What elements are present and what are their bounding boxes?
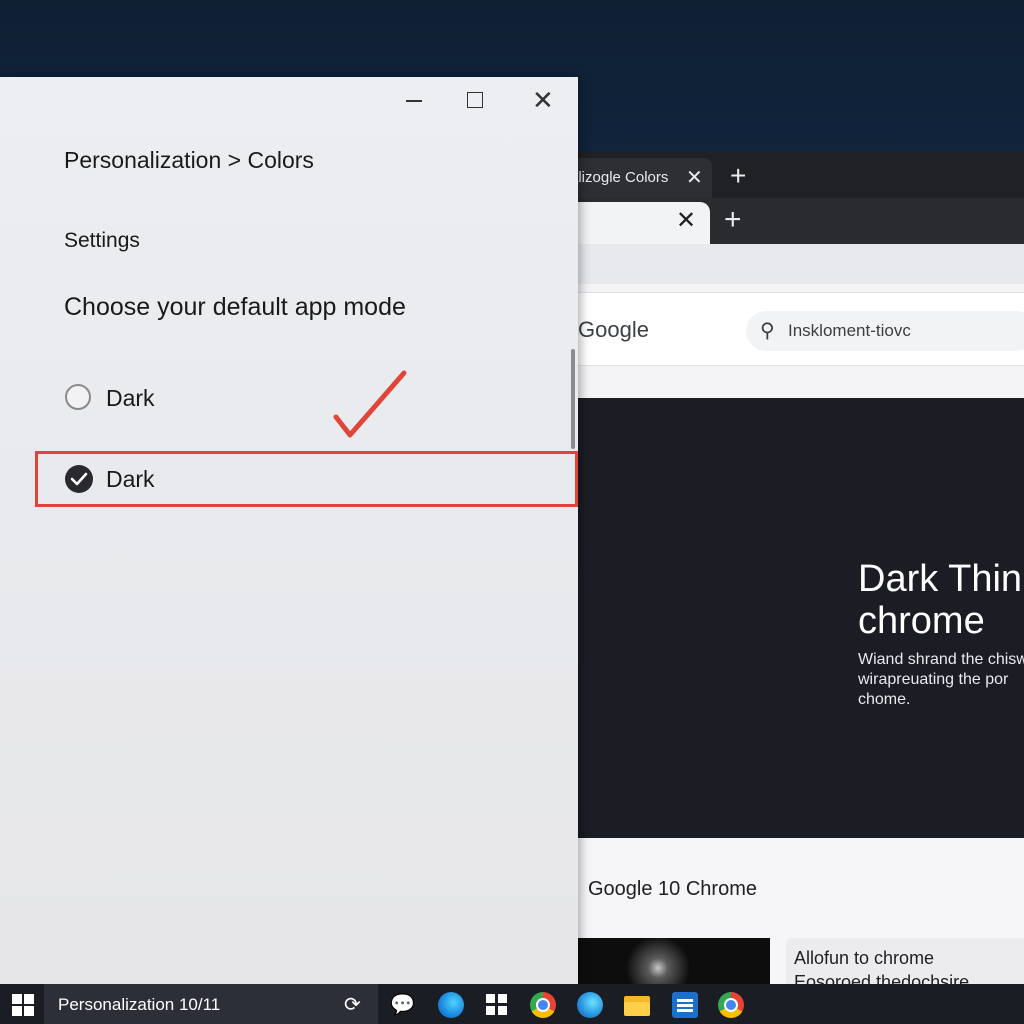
minimize-button[interactable] [394,87,434,115]
windows-start-icon[interactable] [12,994,34,1016]
edge-browser-icon-2[interactable] [577,992,603,1018]
outlook-icon[interactable] [672,992,698,1018]
taskbar: Personalization 10/11 ⟳ 💬 [0,984,1024,1024]
browser-window: alizogle Colors ✕ + ✕ + Google ⚲ Insklоm… [560,152,1024,984]
hero-title: Dark Thin chrome [858,558,1023,642]
content-section: Google 10 Chrome Allofun to chrome Eosor… [560,838,1024,984]
section-title: Choose your default app mode [64,293,406,321]
windows-store-icon[interactable] [484,992,510,1018]
browser-toolbar [560,244,1024,284]
checkmark-annotation-icon [333,370,407,438]
chat-icon[interactable]: 💬 [390,992,416,1018]
content-card[interactable]: Allofun to chrome Eosoroed thedochsire [786,938,1024,984]
browser-active-tab[interactable]: ✕ [560,202,710,244]
browser-tab-title: alizogle Colors [570,169,669,186]
chrome-icon[interactable] [530,992,556,1018]
radio-unchecked-icon[interactable] [65,384,91,410]
hero-banner: Dark Thin chrome Wiand shrand the chisw … [560,398,1024,838]
highlight-annotation-box [35,451,578,507]
taskbar-active-app[interactable]: Personalization 10/11 ⟳ [44,984,378,1024]
maximize-icon [467,92,483,108]
google-logo[interactable]: Google [578,317,649,343]
taskbar-app-label: Personalization 10/11 [58,995,221,1014]
close-icon: ✕ [532,85,554,115]
card-line-1: Allofun to chrome [794,948,935,968]
radio-label: Dark [106,385,155,411]
app-label: Settings [64,229,140,252]
close-button[interactable]: ✕ [522,85,562,115]
hero-description: Wiand shrand the chisw wirapreuating the… [858,651,1024,708]
new-tab-icon[interactable]: + [730,158,746,194]
thumbnail-image[interactable] [578,938,770,984]
maximize-button[interactable] [454,87,494,115]
browser-tab-strip: alizogle Colors ✕ + [560,152,1024,198]
section-caption: Google 10 Chrome [588,878,757,900]
browser-tab-strip-2: ✕ + [560,198,1024,244]
browser-nav-row: Google ⚲ Insklоment-tiovc [560,292,1024,366]
minimize-icon [406,100,422,102]
search-icon: ⚲ [760,320,775,342]
search-input-text: Insklоment-tiovc [788,321,911,340]
file-explorer-icon[interactable] [624,992,650,1018]
new-tab-icon[interactable]: + [724,202,742,238]
edge-browser-icon[interactable] [438,992,464,1018]
breadcrumb: Personalization > Colors [64,147,314,173]
scrollbar[interactable] [571,349,575,449]
close-tab-icon[interactable]: ✕ [676,206,696,235]
chrome-icon-2[interactable] [718,992,744,1018]
browser-tab[interactable]: alizogle Colors ✕ [560,158,712,198]
refresh-icon[interactable]: ⟳ [344,992,361,1017]
settings-window: ✕ Personalization > Colors Settings Choo… [0,77,578,984]
search-input[interactable]: ⚲ Insklоment-tiovc [746,311,1024,351]
card-line-2: Eosoroed thedochsire [794,972,970,984]
close-tab-icon[interactable]: ✕ [686,158,703,198]
